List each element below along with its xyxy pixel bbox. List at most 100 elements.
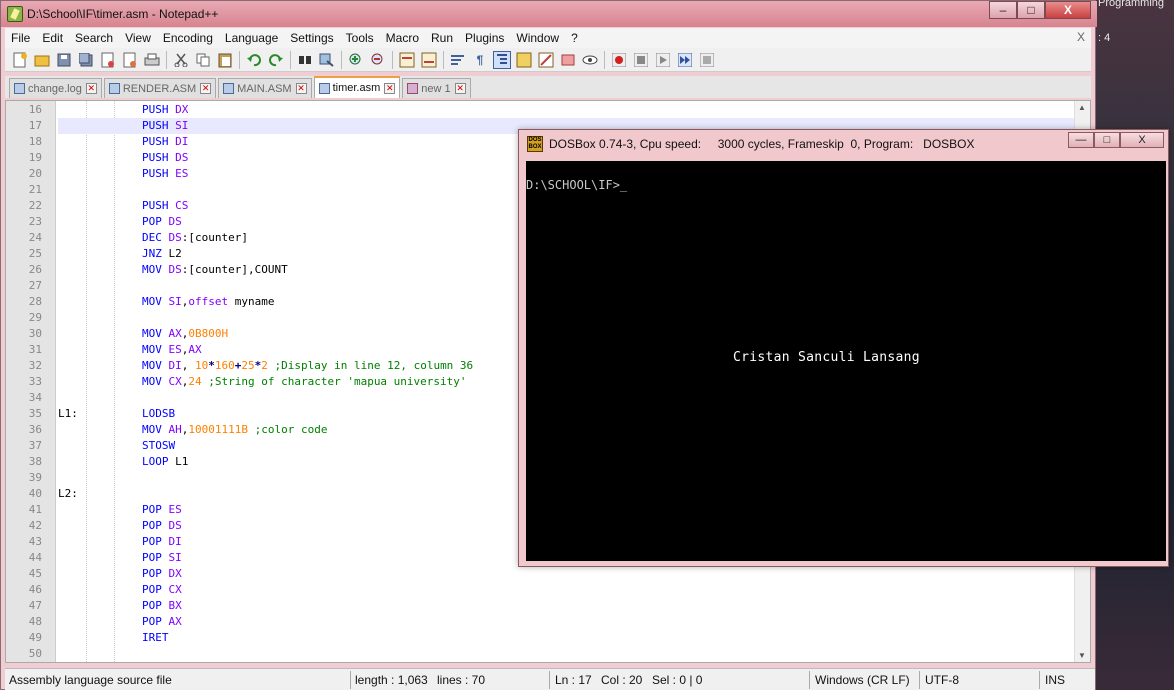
dosbox-close-button[interactable]: X (1120, 132, 1164, 148)
cut-icon[interactable] (172, 51, 190, 69)
file-icon (108, 83, 120, 94)
menu-tools[interactable]: Tools (340, 31, 380, 45)
code-line[interactable]: 50 (29, 646, 1074, 662)
sync-vertical-icon[interactable] (398, 51, 416, 69)
paste-icon[interactable] (216, 51, 234, 69)
code-instruction: PUSH DX (142, 103, 189, 116)
save-macro-icon[interactable] (698, 51, 716, 69)
record-macro-icon[interactable] (610, 51, 628, 69)
code-instruction: JNZ L2 (142, 247, 182, 260)
replace-icon[interactable] (318, 51, 336, 69)
monitor-icon[interactable] (581, 51, 599, 69)
new-file-icon[interactable] (11, 51, 29, 69)
line-number: 32 (28, 359, 42, 372)
udl-icon[interactable] (515, 51, 533, 69)
tab-new-1[interactable]: new 1 ✕ (402, 78, 471, 98)
code-keyword: PUSH (142, 199, 169, 212)
menu-edit[interactable]: Edit (36, 31, 69, 45)
scroll-up-icon[interactable]: ▲ (1078, 103, 1086, 112)
tab-close-icon[interactable]: ✕ (295, 83, 307, 94)
file-icon (318, 82, 330, 94)
show-all-chars-icon[interactable]: ¶ (471, 51, 489, 69)
code-keyword: LODSB (142, 407, 176, 420)
close-all-icon[interactable] (121, 51, 139, 69)
dosbox-screen[interactable]: D:\SCHOOL\IF>_ Cristan Sanculi Lansang (526, 161, 1166, 561)
word-wrap-icon[interactable] (449, 51, 467, 69)
line-number: 37 (28, 439, 42, 452)
title-bar[interactable]: D:\School\IF\timer.asm - Notepad++ – □ X (1, 1, 1097, 27)
dosbox-title-bar[interactable]: DOS BOX DOSBox 0.74-3, Cpu speed: 3000 c… (519, 130, 1168, 158)
code-keyword: POP (142, 551, 162, 564)
line-number: 18 (28, 135, 42, 148)
open-file-icon[interactable] (33, 51, 51, 69)
tab-main-asm[interactable]: MAIN.ASM ✕ (218, 78, 312, 98)
code-instruction: POP AX (142, 615, 182, 628)
zoom-out-icon[interactable] (369, 51, 387, 69)
line-number: 39 (28, 471, 42, 484)
tab-render-asm[interactable]: RENDER.ASM ✕ (103, 78, 217, 98)
tab-timer-asm[interactable]: timer.asm ✕ (313, 76, 401, 98)
dosbox-minimize-button[interactable]: — (1068, 132, 1094, 148)
indent-guide-icon[interactable] (493, 50, 511, 69)
code-line[interactable]: 46 POP CX (29, 582, 1074, 598)
menu-window[interactable]: Window (510, 31, 565, 45)
function-list-icon[interactable] (559, 51, 577, 69)
doc-map-icon[interactable] (537, 51, 555, 69)
code-line[interactable]: 47 POP BX (29, 598, 1074, 614)
tab-close-icon[interactable]: ✕ (200, 83, 212, 94)
scroll-down-icon[interactable]: ▼ (1078, 651, 1086, 660)
toolbar-separator (166, 50, 167, 69)
menu-run[interactable]: Run (425, 31, 459, 45)
copy-icon[interactable] (194, 51, 212, 69)
code-instruction: POP SI (142, 551, 182, 564)
redo-icon[interactable] (267, 51, 285, 69)
dosbox-title: DOSBox 0.74-3, Cpu speed: 3000 cycles, F… (549, 137, 975, 151)
tab-label: timer.asm (332, 82, 381, 94)
menu-macro[interactable]: Macro (380, 31, 425, 45)
sync-horizontal-icon[interactable] (420, 51, 438, 69)
code-instruction: POP CX (142, 583, 182, 596)
status-eol[interactable]: Windows (CR LF) (815, 673, 910, 687)
minimize-button[interactable]: – (989, 1, 1017, 19)
line-number: 43 (28, 535, 42, 548)
code-line[interactable]: 45 POP DX (29, 566, 1074, 582)
zoom-in-icon[interactable] (347, 51, 365, 69)
code-line[interactable]: 49 IRET (29, 630, 1074, 646)
undo-icon[interactable] (245, 51, 263, 69)
tab-change-log[interactable]: change.log ✕ (9, 78, 102, 98)
menu-file[interactable]: File (5, 31, 36, 45)
menu-settings[interactable]: Settings (284, 31, 339, 45)
menu-plugins[interactable]: Plugins (459, 31, 510, 45)
code-instruction: PUSH DI (142, 135, 189, 148)
maximize-button[interactable]: □ (1017, 1, 1045, 19)
save-all-icon[interactable] (77, 51, 95, 69)
close-file-icon[interactable] (99, 51, 117, 69)
code-line[interactable]: 48 POP AX (29, 614, 1074, 630)
code-instruction: POP BX (142, 599, 182, 612)
print-icon[interactable] (143, 51, 161, 69)
tab-close-icon[interactable]: ✕ (85, 83, 97, 94)
status-encoding[interactable]: UTF-8 (925, 673, 959, 687)
code-instruction: PUSH ES (142, 167, 189, 180)
tab-close-icon[interactable]: ✕ (384, 82, 396, 94)
save-icon[interactable] (55, 51, 73, 69)
code-instruction: POP DX (142, 567, 182, 580)
close-document-button[interactable]: X (1077, 30, 1085, 44)
close-button[interactable]: X (1045, 1, 1091, 19)
status-insert-mode[interactable]: INS (1045, 673, 1065, 687)
code-line[interactable]: 16 PUSH DX (29, 102, 1074, 118)
line-number: 35 (28, 407, 42, 420)
menu-language[interactable]: Language (219, 31, 284, 45)
stop-macro-icon[interactable] (632, 51, 650, 69)
run-macro-multiple-icon[interactable] (676, 51, 694, 69)
tab-close-icon[interactable]: ✕ (454, 83, 466, 94)
menu-view[interactable]: View (119, 31, 157, 45)
play-macro-icon[interactable] (654, 51, 672, 69)
toolbar-separator (341, 50, 342, 69)
dosbox-maximize-button[interactable]: □ (1094, 132, 1120, 148)
menu-help[interactable]: ? (565, 31, 584, 45)
menu-encoding[interactable]: Encoding (157, 31, 219, 45)
code-keyword: MOV (142, 343, 162, 356)
menu-search[interactable]: Search (69, 31, 119, 45)
find-icon[interactable] (296, 51, 314, 69)
